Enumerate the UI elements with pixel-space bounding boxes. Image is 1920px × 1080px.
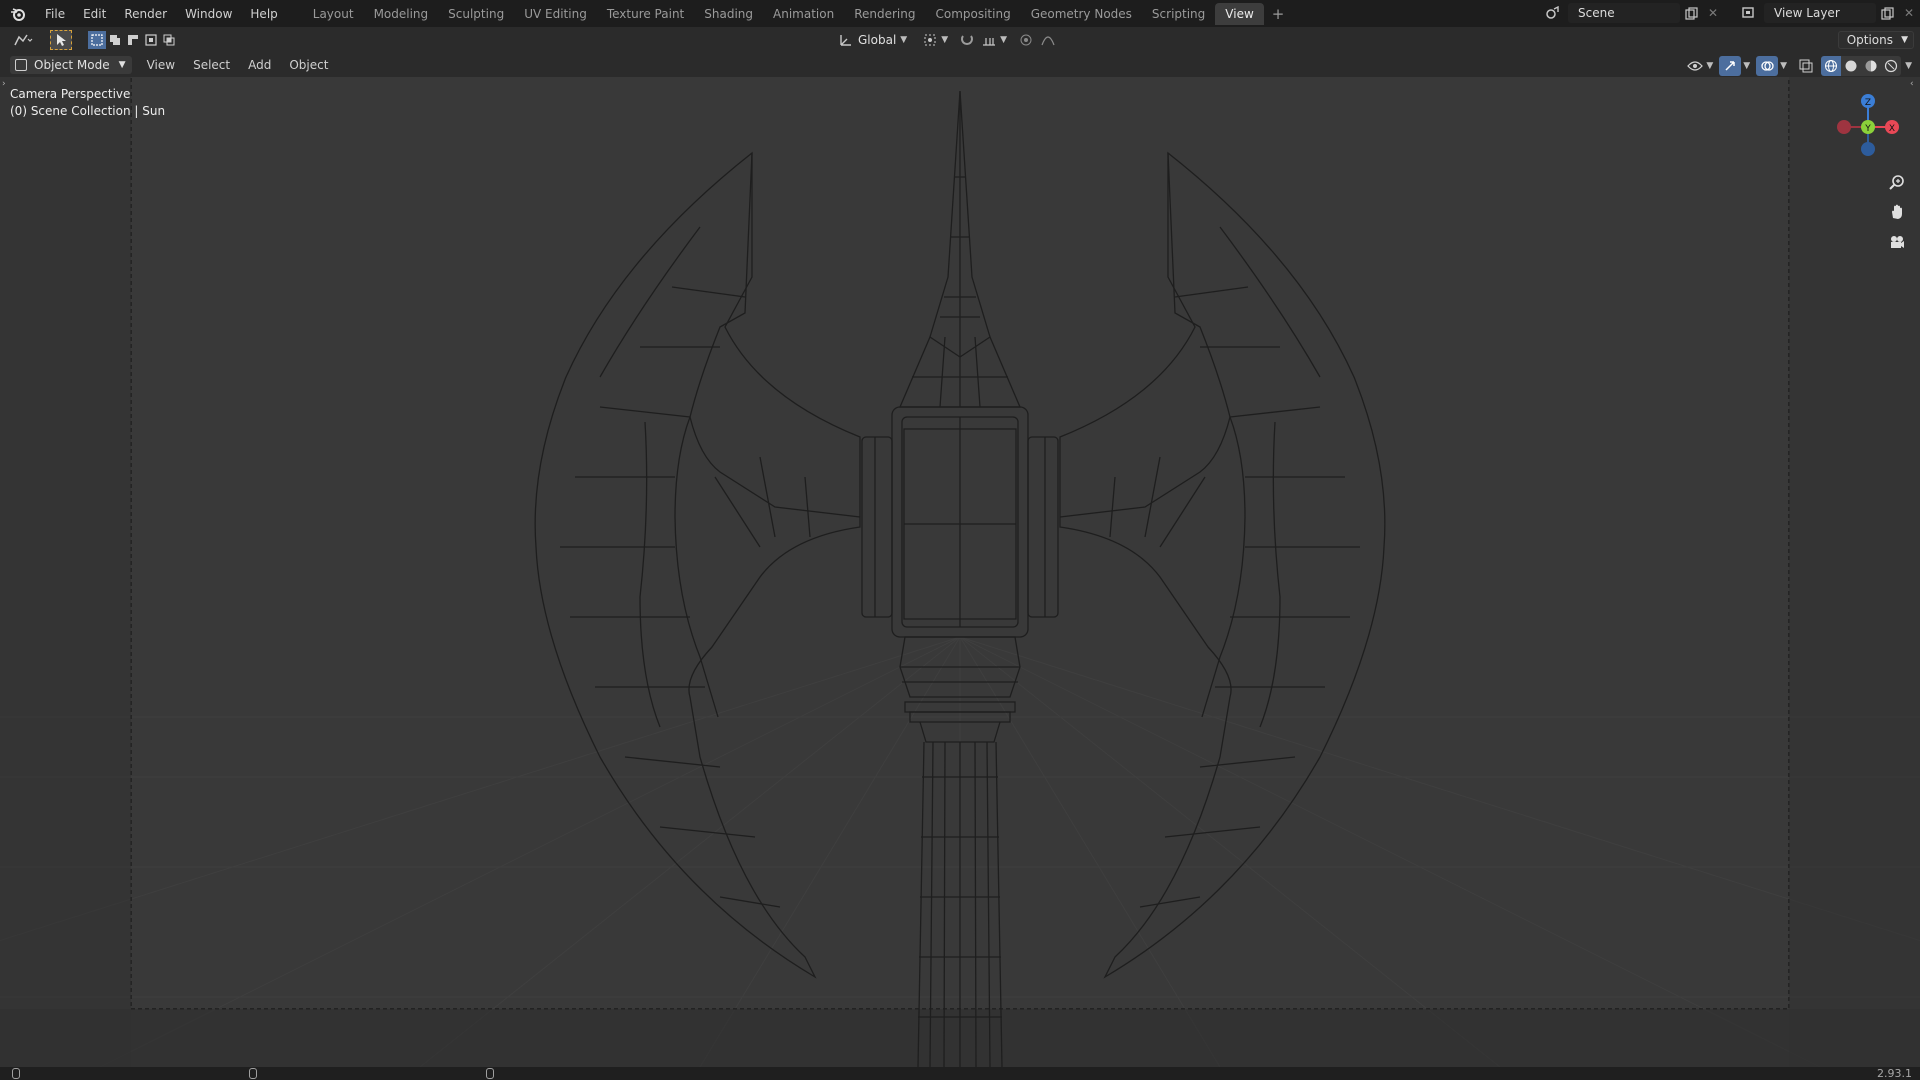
tab-geometry-nodes[interactable]: Geometry Nodes — [1021, 3, 1142, 25]
viewport-menu-add[interactable]: Add — [239, 58, 280, 72]
scene-new-icon[interactable] — [1680, 3, 1702, 23]
shading-wireframe-icon[interactable] — [1821, 56, 1842, 76]
gizmo-z-label: Z — [1865, 98, 1871, 108]
viewport-menu-object[interactable]: Object — [280, 58, 337, 72]
options-dropdown[interactable]: Options ▼ — [1837, 31, 1914, 49]
shading-rendered-icon[interactable] — [1881, 56, 1902, 76]
options-chevron-icon: ▼ — [1901, 35, 1908, 45]
mouse-left-icon — [12, 1068, 20, 1079]
visibility-icon[interactable] — [1684, 56, 1706, 76]
object-mode-select[interactable]: Object Mode ▼ — [10, 56, 132, 74]
blender-logo-icon[interactable] — [8, 4, 28, 24]
viewport-menu-select[interactable]: Select — [184, 58, 239, 72]
overlays-toggle-icon[interactable] — [1756, 56, 1779, 76]
tab-sculpting[interactable]: Sculpting — [438, 3, 514, 25]
pan-hand-icon[interactable] — [1886, 201, 1908, 223]
proportional-editing-icon[interactable] — [1015, 30, 1037, 50]
scene-controls: Scene ✕ View Layer ✕ — [1538, 2, 1920, 24]
zoom-icon[interactable] — [1886, 171, 1908, 193]
status-bar: 2.93.1 — [0, 1067, 1920, 1080]
3d-viewport[interactable]: Camera Perspective (0) Scene Collection … — [0, 77, 1920, 1067]
xray-toggle-icon[interactable] — [1795, 56, 1817, 76]
select-box-new-icon[interactable] — [88, 31, 106, 49]
proportional-falloff-icon[interactable] — [1037, 30, 1059, 50]
viewport-header: Object Mode ▼ View Select Add Object ▼ ▼… — [0, 53, 1920, 77]
overlays-chevron-icon: ▼ — [1780, 61, 1788, 71]
gizmo-chevron-icon: ▼ — [1743, 61, 1751, 71]
editor-type-icon[interactable] — [8, 30, 38, 50]
tab-compositing[interactable]: Compositing — [925, 3, 1020, 25]
top-bar: File Edit Render Window Help Layout Mode… — [0, 0, 1920, 27]
options-label: Options — [1846, 33, 1893, 47]
scene-delete-icon[interactable]: ✕ — [1702, 3, 1724, 23]
mouse-middle-icon — [249, 1068, 257, 1079]
view-layer-browse-icon[interactable] — [1734, 3, 1764, 23]
select-box-invert-icon[interactable] — [142, 31, 160, 49]
select-box-subtract-icon[interactable] — [124, 31, 142, 49]
tool-header: Global ▼ ▼ ▼ Options ▼ — [0, 27, 1920, 53]
add-workspace-button[interactable]: + — [1264, 3, 1293, 25]
tab-shading[interactable]: Shading — [694, 3, 763, 25]
tab-animation[interactable]: Animation — [763, 3, 844, 25]
viewport-display-controls: ▼ ▼ ▼ ▼ — [1684, 56, 1912, 76]
pivot-chevron-icon: ▼ — [941, 35, 949, 45]
object-mode-icon — [15, 59, 27, 71]
tab-modeling[interactable]: Modeling — [364, 3, 439, 25]
select-box-extend-icon[interactable] — [106, 31, 124, 49]
shading-material-icon[interactable] — [1861, 56, 1882, 76]
navigation-gizmo[interactable]: Z X Y — [1828, 77, 1908, 157]
pivot-point-icon[interactable] — [919, 30, 941, 50]
snap-icon[interactable] — [956, 30, 978, 50]
menu-edit[interactable]: Edit — [74, 3, 115, 25]
shading-solid-icon[interactable] — [1841, 56, 1862, 76]
menu-file[interactable]: File — [36, 3, 74, 25]
tab-rendering[interactable]: Rendering — [844, 3, 925, 25]
scene-browse-icon[interactable] — [1538, 3, 1568, 23]
select-tool-icon[interactable] — [50, 30, 72, 50]
tab-scripting[interactable]: Scripting — [1142, 3, 1215, 25]
snap-target-icon[interactable] — [978, 30, 1000, 50]
transform-orientation-select[interactable]: Global — [854, 33, 918, 47]
tab-texture-paint[interactable]: Texture Paint — [597, 3, 694, 25]
tab-view[interactable]: View — [1215, 2, 1264, 25]
visibility-chevron-icon: ▼ — [1706, 61, 1714, 71]
camera-perspective-label: Camera Perspective — [10, 87, 131, 101]
tab-layout[interactable]: Layout — [303, 3, 364, 25]
workspace-tabs: Layout Modeling Sculpting UV Editing Tex… — [303, 2, 1293, 25]
tab-uv-editing[interactable]: UV Editing — [514, 3, 597, 25]
menu-render[interactable]: Render — [115, 3, 176, 25]
menu-help[interactable]: Help — [241, 3, 286, 25]
scene-name-field[interactable]: Scene — [1568, 3, 1680, 23]
mouse-right-icon — [486, 1068, 494, 1079]
viewport-scene — [0, 77, 1920, 1067]
sidebar-toggle-icon[interactable]: ‹ — [1910, 79, 1914, 89]
viewport-menu-view[interactable]: View — [138, 58, 184, 72]
view-layer-new-icon[interactable] — [1876, 3, 1898, 23]
select-box-intersect-icon[interactable] — [160, 31, 178, 49]
toolbar-toggle-icon[interactable]: › — [2, 79, 6, 89]
gizmo-y-label: Y — [1864, 124, 1871, 134]
axe-wireframe-mesh — [534, 90, 1386, 1067]
transform-orientation-icon — [836, 30, 854, 50]
gizmo-x-label: X — [1889, 124, 1895, 134]
view-layer-name-field[interactable]: View Layer — [1764, 3, 1876, 23]
camera-view-icon[interactable] — [1886, 231, 1908, 253]
view-layer-delete-icon[interactable]: ✕ — [1898, 3, 1920, 23]
scene-collection-label: (0) Scene Collection | Sun — [10, 104, 166, 118]
transform-controls: Global ▼ ▼ ▼ — [836, 30, 1059, 50]
version-label: 2.93.1 — [1877, 1067, 1912, 1080]
gizmo-toggle-icon[interactable] — [1719, 56, 1742, 76]
object-mode-chevron-icon: ▼ — [118, 60, 126, 70]
snap-chevron-icon: ▼ — [1000, 35, 1008, 45]
shading-chevron-icon[interactable]: ▼ — [1905, 61, 1912, 71]
menu-window[interactable]: Window — [176, 3, 241, 25]
object-mode-label: Object Mode — [34, 58, 110, 72]
